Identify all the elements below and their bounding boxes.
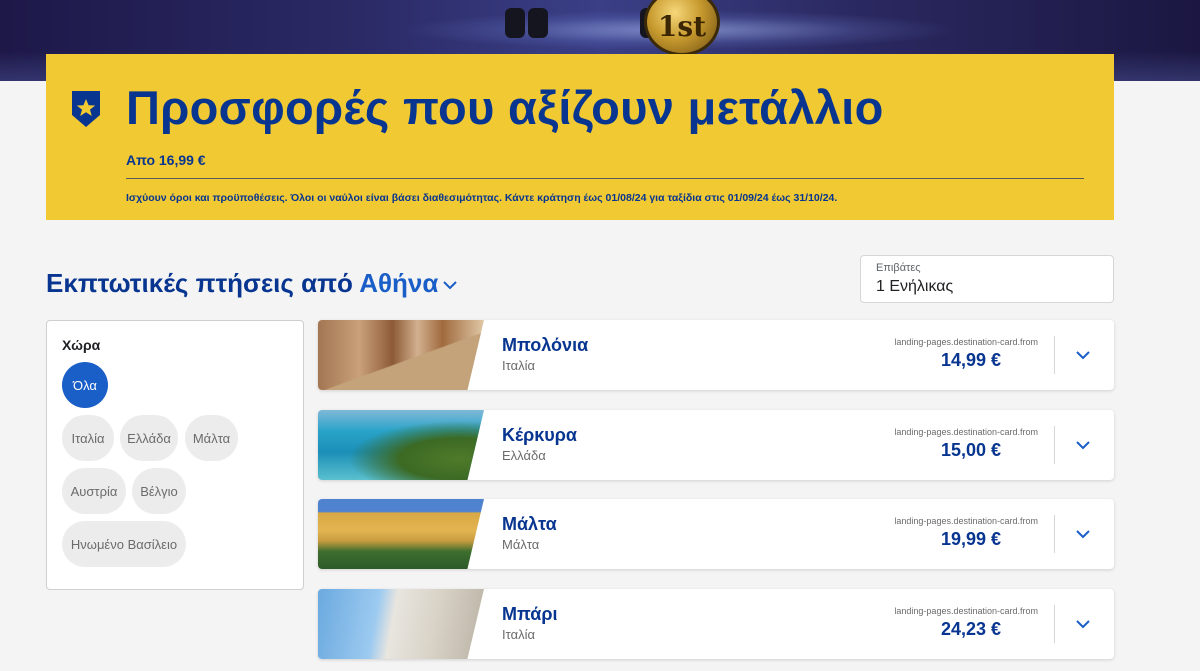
- filter-chip-italy[interactable]: Ιταλία: [62, 415, 114, 461]
- destination-card-bologna[interactable]: Μπολόνια Ιταλία landing-pages.destinatio…: [318, 320, 1114, 390]
- promo-banner: Προσφορές που αξίζουν μετάλλιο Απο 16,99…: [46, 54, 1114, 220]
- destination-country: Ιταλία: [502, 627, 535, 642]
- price-from-label: landing-pages.destination-card.from: [894, 606, 1038, 616]
- section-heading-prefix: Εκπτωτικές πτήσεις από: [46, 268, 353, 298]
- expand-card-button[interactable]: [1070, 613, 1096, 635]
- chevron-down-icon: [443, 281, 458, 290]
- filter-chip-austria[interactable]: Αυστρία: [62, 468, 126, 514]
- filter-chip-belgium[interactable]: Βέλγιο: [132, 468, 186, 514]
- destination-name: Κέρκυρα: [502, 425, 577, 445]
- chevron-down-icon: [1076, 530, 1090, 539]
- country-filter-panel: Χώρα Όλα Ιταλία Ελλάδα Μάλτα Αυστρία Βέλ…: [46, 320, 304, 590]
- filter-chip-all[interactable]: Όλα: [62, 362, 108, 408]
- passengers-value: 1 Ενήλικας: [876, 278, 954, 295]
- origin-city-selector[interactable]: Αθήνα: [359, 268, 458, 298]
- destination-price: 24,23 €: [940, 619, 1001, 639]
- destination-name: Μάλτα: [502, 514, 557, 534]
- destination-name: Μπολόνια: [502, 335, 589, 355]
- destination-image: [318, 499, 484, 569]
- passengers-field[interactable]: Επιβάτες 1 Ενήλικας: [860, 255, 1114, 303]
- filter-chip-malta[interactable]: Μάλτα: [185, 415, 238, 461]
- destination-image: [318, 410, 484, 480]
- card-divider: [1054, 336, 1055, 374]
- destination-image: [318, 320, 484, 390]
- chevron-down-icon: [1076, 620, 1090, 629]
- filter-chip-greece[interactable]: Ελλάδα: [120, 415, 178, 461]
- card-divider: [1054, 605, 1055, 643]
- destination-card-corfu[interactable]: Κέρκυρα Ελλάδα landing-pages.destination…: [318, 410, 1114, 480]
- airplane-wheel-left: [505, 8, 525, 38]
- expand-card-button[interactable]: [1070, 523, 1096, 545]
- destination-price: 15,00 €: [940, 440, 1001, 460]
- filter-title: Χώρα: [62, 337, 101, 353]
- card-divider: [1054, 426, 1055, 464]
- chevron-down-icon: [1076, 441, 1090, 450]
- expand-card-button[interactable]: [1070, 344, 1096, 366]
- chevron-down-icon: [1076, 351, 1090, 360]
- airplane-wheel-left-2: [528, 8, 548, 38]
- passengers-label: Επιβάτες: [876, 262, 921, 274]
- destination-card-malta[interactable]: Μάλτα Μάλτα landing-pages.destination-ca…: [318, 499, 1114, 569]
- price-from-label: landing-pages.destination-card.from: [894, 427, 1038, 437]
- banner-title: Προσφορές που αξίζουν μετάλλιο: [126, 81, 884, 134]
- origin-city-label: Αθήνα: [359, 268, 439, 298]
- price-from-label: landing-pages.destination-card.from: [894, 337, 1038, 347]
- destination-country: Μάλτα: [502, 537, 540, 552]
- price-from-label: landing-pages.destination-card.from: [894, 516, 1038, 526]
- banner-price: Απο 16,99 €: [126, 152, 206, 168]
- section-heading: Εκπτωτικές πτήσεις από Αθήνα: [46, 268, 458, 299]
- destination-price: 19,99 €: [940, 529, 1001, 549]
- destination-image: [318, 589, 484, 659]
- filter-chip-united-kingdom[interactable]: Ηνωμένο Βασίλειο: [62, 521, 186, 567]
- expand-card-button[interactable]: [1070, 434, 1096, 456]
- destination-card-bari[interactable]: Μπάρι Ιταλία landing-pages.destination-c…: [318, 589, 1114, 659]
- destination-country: Ελλάδα: [502, 448, 546, 463]
- destination-price: 14,99 €: [940, 350, 1001, 370]
- banner-divider: [126, 178, 1084, 179]
- star-shield-icon: [72, 91, 100, 127]
- destination-country: Ιταλία: [502, 358, 535, 373]
- banner-terms: Ισχύουν όροι και προϋποθέσεις. Όλοι οι ν…: [126, 192, 838, 204]
- destination-name: Μπάρι: [502, 604, 558, 624]
- card-divider: [1054, 515, 1055, 553]
